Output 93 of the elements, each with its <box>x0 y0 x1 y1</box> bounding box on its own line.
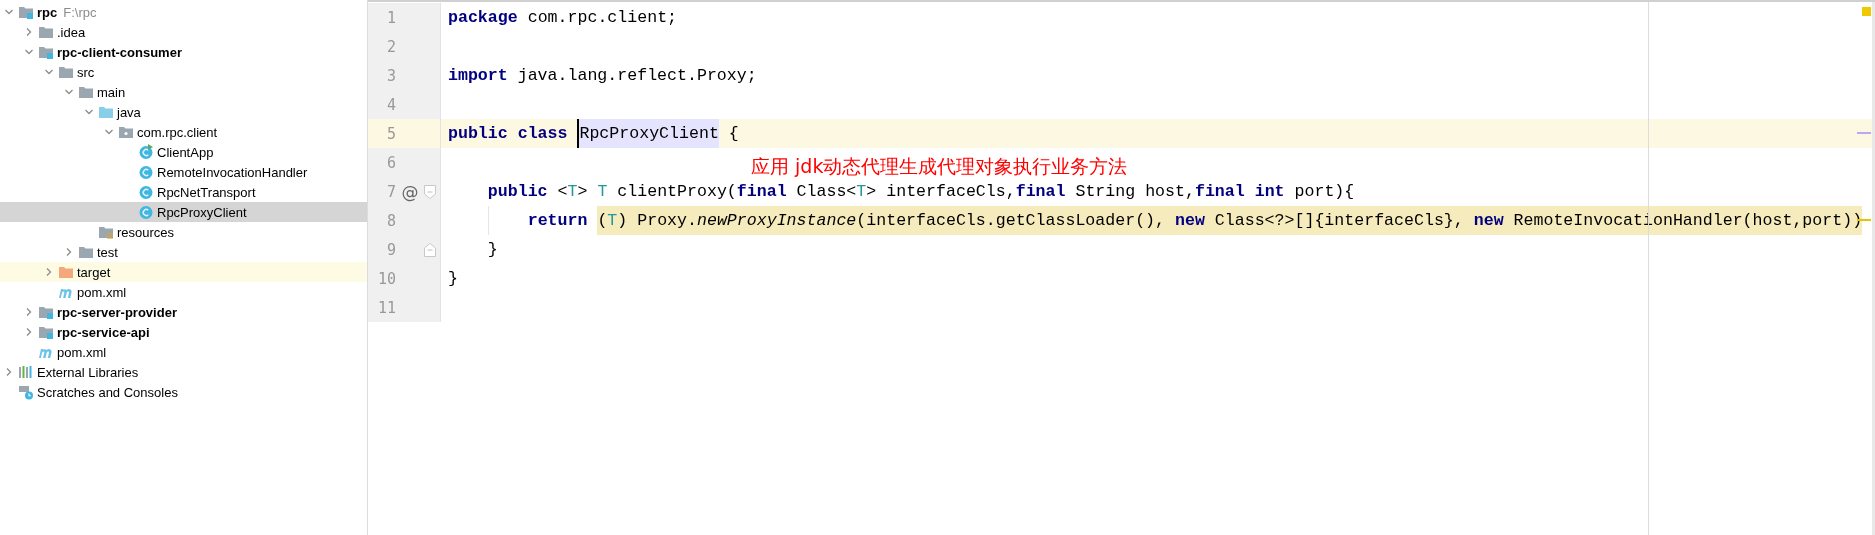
chevron-right-icon[interactable] <box>24 27 34 37</box>
folder-icon <box>38 24 54 40</box>
chevron-down-icon[interactable] <box>4 7 14 17</box>
chevron-down-icon[interactable] <box>44 67 54 77</box>
line-number: 8 <box>385 211 396 230</box>
tree-item[interactable]: pom.xml <box>0 342 367 362</box>
tree-item-label: rpc <box>37 4 58 20</box>
fold-start-icon[interactable] <box>424 184 436 199</box>
line-number: 6 <box>385 153 396 172</box>
runnable-class-icon <box>138 144 154 160</box>
tree-item-label: ClientApp <box>157 144 214 160</box>
folder-icon <box>78 244 94 260</box>
tree-item[interactable]: rpc F:\rpc <box>0 2 367 22</box>
tree-item[interactable]: rpc-service-api <box>0 322 367 342</box>
code-line: public <T> T clientProxy(final Class<T> interfaceCls,final String host,final int port){ <box>487 181 1355 203</box>
tree-item-label: RemoteInvocationHandler <box>157 164 308 180</box>
folder-icon <box>58 264 74 280</box>
tree-item-label: Scratches and Consoles <box>37 384 178 400</box>
tree-item[interactable]: Scratches and Consoles <box>0 382 367 402</box>
line-number: 9 <box>385 240 396 259</box>
chevron-down-icon[interactable] <box>104 127 114 137</box>
class-icon <box>138 184 154 200</box>
tree-item-label: External Libraries <box>37 364 139 380</box>
tree-item[interactable]: .idea <box>0 22 367 42</box>
tree-item[interactable]: java <box>0 102 367 122</box>
tree-item-label: pom.xml <box>77 284 127 300</box>
line-number: 3 <box>385 66 396 85</box>
resources-folder-icon <box>98 224 114 240</box>
tree-item-label: .idea <box>57 24 86 40</box>
tree-item-label: target <box>77 264 111 280</box>
tree-item-label: rpc-client-consumer <box>57 44 182 60</box>
tree-item[interactable]: ClientApp <box>0 142 367 162</box>
folder-icon <box>98 104 114 120</box>
chevron-right-icon[interactable] <box>24 327 34 337</box>
scratches-icon <box>18 384 34 400</box>
tree-item-label: main <box>97 84 126 100</box>
code-line: import java.lang.reflect.Proxy; <box>448 65 757 87</box>
chevron-right-icon[interactable] <box>64 247 74 257</box>
tree-item-label: src <box>77 64 95 80</box>
tree-item[interactable]: rpc-server-provider <box>0 302 367 322</box>
class-icon <box>138 164 154 180</box>
line-number: 1 <box>385 8 396 27</box>
folder-icon <box>58 64 74 80</box>
tree-item-label: java <box>117 104 141 120</box>
tree-item[interactable]: target <box>0 262 367 282</box>
module-folder-icon <box>38 44 54 60</box>
line-number: 11 <box>376 298 396 317</box>
tree-item[interactable]: resources <box>0 222 367 242</box>
chevron-down-icon[interactable] <box>64 87 74 97</box>
tree-item[interactable]: rpc-client-consumer <box>0 42 367 62</box>
class-icon <box>138 204 154 220</box>
tree-item-label: rpc-service-api <box>57 324 150 340</box>
module-folder-icon <box>38 324 54 340</box>
module-folder-icon <box>38 304 54 320</box>
tree-item[interactable]: pom.xml <box>0 282 367 302</box>
package-icon <box>118 124 134 140</box>
fold-end-icon[interactable] <box>424 242 436 257</box>
chevron-down-icon[interactable] <box>24 47 34 57</box>
tree-item[interactable]: RpcProxyClient <box>0 202 367 222</box>
tree-item[interactable]: test <box>0 242 367 262</box>
chevron-right-icon[interactable] <box>24 307 34 317</box>
tree-item[interactable]: src <box>0 62 367 82</box>
chevron-down-icon[interactable] <box>84 107 94 117</box>
tree-item-label: RpcNetTransport <box>157 184 256 200</box>
annotation-text: 应用 jdk动态代理生成代理对象执行业务方法 <box>751 154 1128 179</box>
line-number: 7 <box>385 182 396 201</box>
code-line: } <box>448 268 458 290</box>
line-number: 10 <box>376 269 396 288</box>
tree-item-label: com.rpc.client <box>137 124 218 140</box>
tree-item-label: resources <box>117 224 175 240</box>
line-number: 4 <box>385 95 396 114</box>
code-line: package com.rpc.client; <box>448 7 678 29</box>
tree-item-label: rpc-server-provider <box>57 304 177 320</box>
tree-item[interactable]: External Libraries <box>0 362 367 382</box>
line-number: 5 <box>385 124 396 143</box>
line-number: 2 <box>385 37 396 56</box>
tree-item[interactable]: main <box>0 82 367 102</box>
libraries-icon <box>18 364 34 380</box>
tree-item[interactable]: RpcNetTransport <box>0 182 367 202</box>
tree-item[interactable]: com.rpc.client <box>0 122 367 142</box>
tree-item[interactable]: RemoteInvocationHandler <box>0 162 367 182</box>
code-line: return (T) Proxy.newProxyInstance(interfaceCls.getClassLoader(), new Class<?>[]{interfaceCls}, new RemoteInvocationHandler(host,port)) <box>527 206 1863 235</box>
chevron-right-icon[interactable] <box>4 367 14 377</box>
code-line: public class RpcProxyClient { <box>448 119 739 148</box>
code-line: } <box>487 239 498 261</box>
chevron-right-icon[interactable] <box>44 267 54 277</box>
override-marker[interactable]: @ <box>401 181 419 202</box>
module-folder-icon <box>18 4 34 20</box>
tree-item-label: pom.xml <box>57 344 107 360</box>
tree-item-label: test <box>97 244 118 260</box>
project-path: F:\rpc <box>63 4 97 20</box>
folder-icon <box>78 84 94 100</box>
tree-item-label: RpcProxyClient <box>157 204 247 220</box>
